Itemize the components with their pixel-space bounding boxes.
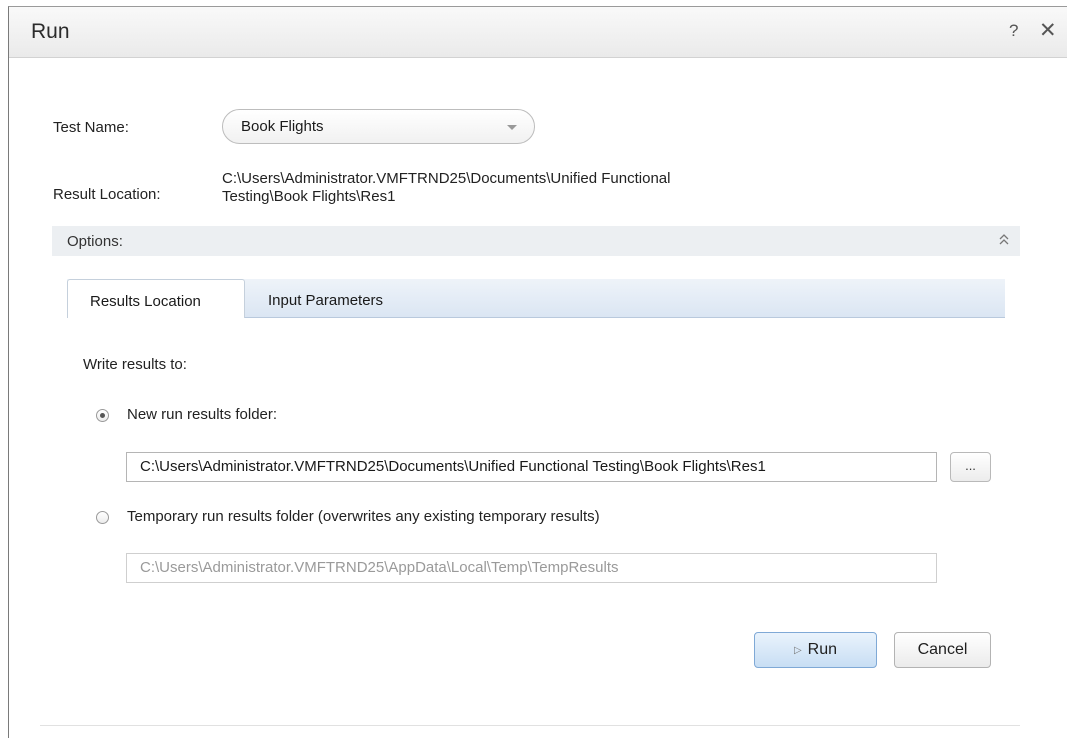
new-folder-path-input[interactable]: C:\Users\Administrator.VMFTRND25\Documen… [126, 452, 937, 482]
run-button-label: Run [807, 641, 838, 658]
footer-divider [40, 725, 1020, 726]
tab-input-parameters[interactable]: Input Parameters [268, 292, 383, 309]
play-icon: ▷ [793, 645, 802, 656]
browse-button[interactable]: ... [950, 452, 991, 482]
new-folder-radio[interactable] [96, 409, 109, 422]
new-folder-label: New run results folder: [127, 406, 278, 423]
result-location-label: Result Location: [53, 186, 161, 203]
tab-strip: Results Location Input Parameters [67, 279, 1005, 318]
temp-folder-radio[interactable] [96, 511, 109, 524]
test-name-label: Test Name: [53, 119, 129, 136]
dialog-title: Run [31, 20, 70, 43]
options-label: Options: [67, 233, 123, 250]
run-button[interactable]: ▷ Run [754, 632, 877, 668]
result-location-line-1: C:\Users\Administrator.VMFTRND25\Documen… [222, 170, 671, 187]
options-section-header[interactable]: Options: [52, 226, 1020, 256]
cancel-button[interactable]: Cancel [894, 632, 991, 668]
result-location-path: C:\Users\Administrator.VMFTRND25\Documen… [222, 170, 862, 206]
close-button[interactable]: ✕ [1039, 18, 1057, 43]
test-name-value: Book Flights [241, 118, 324, 135]
test-name-dropdown[interactable]: Book Flights [222, 109, 535, 144]
temp-folder-label: Temporary run results folder (overwrites… [127, 508, 600, 525]
result-location-line-2: Testing\Book Flights\Res1 [222, 188, 396, 205]
tab-results-location[interactable]: Results Location [67, 279, 245, 318]
chevron-down-icon [507, 125, 517, 130]
write-results-label: Write results to: [83, 356, 187, 373]
title-bar: Run ? ✕ [9, 7, 1067, 58]
double-chevron-up-icon[interactable] [998, 232, 1010, 246]
temp-folder-path-input: C:\Users\Administrator.VMFTRND25\AppData… [126, 553, 937, 583]
tab-results-location-label: Results Location [90, 293, 201, 310]
help-button[interactable]: ? [1009, 21, 1018, 41]
